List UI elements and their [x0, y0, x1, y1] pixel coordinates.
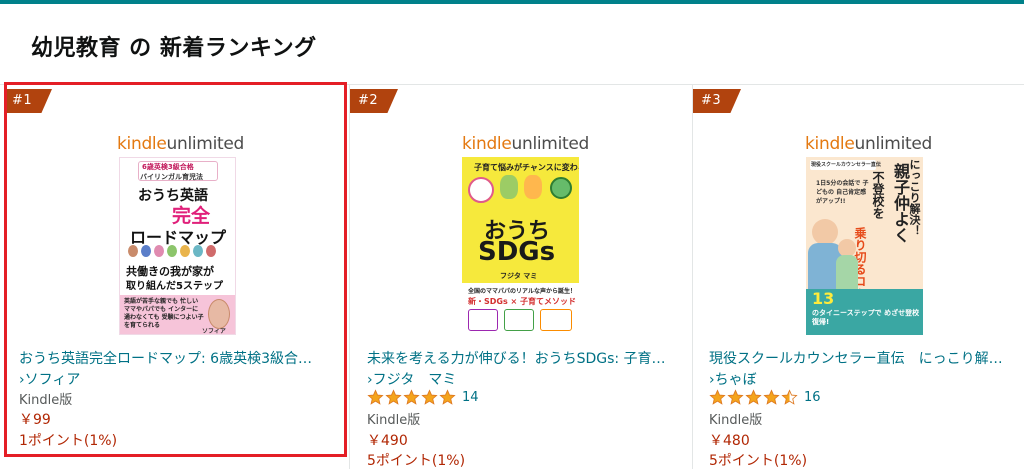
rating-count[interactable]: 14: [462, 390, 479, 405]
star-icon: [367, 389, 384, 406]
star-rating[interactable]: 16: [709, 389, 821, 406]
author-link[interactable]: ›ソフィア: [19, 369, 80, 389]
star-icon: [385, 389, 402, 406]
book-cover-image[interactable]: 子育て悩みがチャンスに変わる おうち SDGs フジタ マミ 全国のママパパのリ…: [462, 157, 579, 335]
rank-badge: #2: [350, 89, 398, 113]
book-cover-image[interactable]: 現役スクールカウンセラー直伝 1日5分の会話で 子どもの 自己肯定感がアップ!!…: [806, 157, 923, 335]
stars: [367, 389, 457, 406]
points: 5ポイント(1%): [709, 453, 808, 469]
star-icon: [781, 389, 798, 406]
ranking-card-2[interactable]: #2 kindleunlimited 子育て悩みがチャンスに変わる おうち SD…: [349, 84, 692, 469]
star-icon: [727, 389, 744, 406]
rating-count[interactable]: 16: [804, 390, 821, 405]
ranking-card-3[interactable]: #3 kindleunlimited 現役スクールカウンセラー直伝 1日5分の会…: [692, 84, 1024, 469]
format-label: Kindle版: [709, 413, 763, 428]
rank-badge: #1: [4, 89, 52, 113]
author-link[interactable]: ›フジタ マミ: [367, 369, 456, 389]
stars: [709, 389, 799, 406]
points: 5ポイント(1%): [367, 453, 466, 469]
kindle-unlimited-logo: kindleunlimited: [805, 134, 933, 154]
rank-badge: #3: [693, 89, 741, 113]
star-icon: [745, 389, 762, 406]
page-title: 幼児教育 の 新着ランキング: [31, 36, 317, 61]
star-rating[interactable]: 14: [367, 389, 479, 406]
book-cover-image[interactable]: 6歳英検3級合格 バイリンガル育児法 おうち英語 完全 ロードマップ 共働きの我…: [119, 157, 236, 335]
star-icon: [421, 389, 438, 406]
price: ￥99: [19, 412, 51, 428]
kindle-unlimited-logo: kindleunlimited: [462, 134, 590, 154]
format-label: Kindle版: [367, 413, 421, 428]
points: 1ポイント(1%): [19, 433, 118, 449]
book-title-link[interactable]: 現役スクールカウンセラー直伝 にっこり解…: [709, 348, 1017, 368]
star-icon: [439, 389, 456, 406]
book-title-link[interactable]: おうち英語完全ロードマップ: 6歳英検3級合…: [19, 348, 339, 368]
author-link[interactable]: ›ちゃぼ: [709, 369, 757, 389]
star-icon: [709, 389, 726, 406]
format-label: Kindle版: [19, 393, 73, 408]
price: ￥490: [367, 433, 408, 449]
star-icon: [763, 389, 780, 406]
kindle-unlimited-logo: kindleunlimited: [117, 134, 245, 154]
top-accent-bar: [0, 0, 1024, 4]
price: ￥480: [709, 433, 750, 449]
book-title-link[interactable]: 未来を考える力が伸びる！おうちSDGs: 子育…: [367, 348, 687, 368]
ranking-card-1[interactable]: #1 kindleunlimited 6歳英検3級合格 バイリンガル育児法 おう…: [0, 84, 349, 469]
star-icon: [403, 389, 420, 406]
